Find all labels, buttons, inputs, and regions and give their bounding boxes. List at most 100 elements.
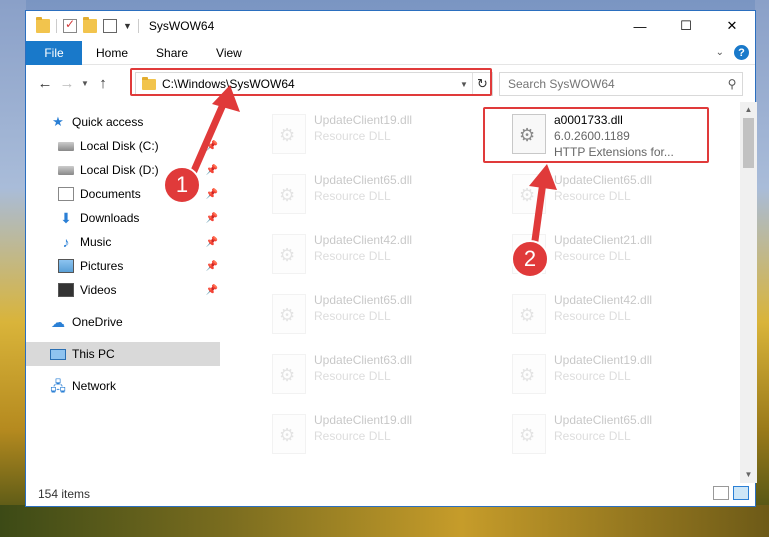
details-view-icon[interactable]: [713, 486, 729, 500]
gear-icon: ⚙: [279, 125, 296, 145]
properties-check-icon[interactable]: [63, 17, 77, 33]
file-type: Resource DLL: [554, 189, 631, 203]
pin-icon: 📌: [205, 188, 218, 200]
toolbar-divider: [137, 19, 139, 33]
sidebar-item-videos[interactable]: Videos 📌: [26, 278, 220, 302]
dll-file-icon: ⚙: [272, 414, 306, 454]
search-box[interactable]: ⚲: [499, 72, 743, 96]
pin-icon: 📌: [205, 284, 218, 296]
scrollbar-thumb[interactable]: [743, 118, 754, 168]
file-item[interactable]: ⚙ UpdateClient65.dll Resource DLL: [272, 172, 502, 228]
ribbon-tabs: File Home Share View ⌄ ?: [26, 40, 755, 65]
scroll-up-arrow-icon[interactable]: ▲: [740, 102, 757, 118]
window-title: SysWOW64: [148, 19, 215, 33]
file-item[interactable]: ⚙ UpdateClient19.dll Resource DLL: [272, 112, 502, 168]
search-icon[interactable]: ⚲: [722, 77, 742, 91]
file-type: Resource DLL: [314, 429, 391, 443]
vertical-scrollbar[interactable]: ▲ ▼: [740, 102, 757, 483]
minimize-button[interactable]: —: [617, 11, 663, 41]
ribbon-right-controls: ⌄ ?: [716, 45, 749, 60]
large-icons-view-icon[interactable]: [733, 486, 749, 500]
computer-icon: [50, 348, 66, 360]
gear-icon: ⚙: [279, 365, 296, 385]
dll-file-icon: ⚙: [512, 414, 546, 454]
dll-file-icon: ⚙: [272, 174, 306, 214]
pin-icon: 📌: [205, 212, 218, 224]
step1-badge: 1: [163, 166, 201, 204]
file-name: UpdateClient19.dll: [314, 113, 413, 127]
file-name: UpdateClient63.dll: [314, 353, 413, 367]
gear-icon: ⚙: [279, 245, 296, 265]
close-button[interactable]: ✕: [709, 11, 755, 41]
desktop-background-left: [0, 0, 26, 537]
file-type: Resource DLL: [314, 249, 391, 263]
file-item[interactable]: ⚙ UpdateClient19.dll Resource DLL: [272, 412, 502, 468]
file-item[interactable]: ⚙ UpdateClient65.dll Resource DLL: [512, 412, 737, 468]
file-item[interactable]: ⚙ UpdateClient42.dll Resource DLL: [512, 292, 737, 348]
item-count: 154 items: [38, 486, 91, 501]
tab-file[interactable]: File: [26, 40, 82, 65]
downloads-icon: ⬇: [60, 210, 72, 226]
help-icon[interactable]: ?: [734, 45, 749, 60]
file-type: Resource DLL: [554, 369, 631, 383]
file-item[interactable]: ⚙ UpdateClient65.dll Resource DLL: [272, 292, 502, 348]
dll-file-icon: ⚙: [512, 294, 546, 334]
sidebar-item-label: This PC: [72, 347, 115, 361]
forward-arrow-icon[interactable]: →: [56, 75, 78, 92]
dll-file-icon: ⚙: [272, 354, 306, 394]
sidebar-item-network[interactable]: 🖧 Network: [26, 374, 220, 398]
status-bar: 154 items: [26, 481, 757, 506]
file-item[interactable]: ⚙ UpdateClient19.dll Resource DLL: [512, 352, 737, 408]
back-arrow-icon[interactable]: ←: [34, 75, 56, 92]
expand-ribbon-chevron-icon[interactable]: ⌄: [716, 47, 724, 58]
search-input[interactable]: [508, 77, 722, 91]
customize-toolbar-chevron-icon[interactable]: ▼: [123, 21, 132, 31]
file-name: UpdateClient65.dll: [554, 173, 653, 187]
gear-icon: ⚙: [279, 425, 296, 445]
dll-file-icon: ⚙: [272, 234, 306, 274]
file-type: Resource DLL: [554, 429, 631, 443]
toolbar-divider: [56, 19, 57, 33]
tab-share[interactable]: Share: [142, 41, 202, 65]
sidebar-item-onedrive[interactable]: ☁ OneDrive: [26, 310, 220, 334]
file-item[interactable]: ⚙ UpdateClient42.dll Resource DLL: [272, 232, 502, 288]
up-arrow-icon[interactable]: ↑: [92, 75, 114, 92]
sidebar-item-label: Downloads: [80, 211, 140, 225]
sidebar-item-this-pc[interactable]: This PC: [26, 342, 220, 366]
sidebar-item-label: Music: [80, 235, 112, 249]
disk-icon: [58, 141, 74, 151]
window-controls: — ☐ ✕: [617, 11, 755, 41]
disk-icon: [58, 165, 74, 175]
sidebar-item-pictures[interactable]: Pictures 📌: [26, 254, 220, 278]
file-type: Resource DLL: [314, 309, 391, 323]
file-highlight-box: [483, 107, 709, 163]
file-item[interactable]: ⚙ UpdateClient63.dll Resource DLL: [272, 352, 502, 408]
title-bar: ▼ SysWOW64 — ☐ ✕: [26, 11, 755, 41]
gear-icon: ⚙: [279, 185, 296, 205]
tab-view[interactable]: View: [202, 41, 256, 65]
folder-icon[interactable]: [36, 17, 50, 33]
documents-icon: [58, 187, 74, 201]
sidebar-item-label: Documents: [80, 187, 141, 201]
sidebar-item-music[interactable]: ♪ Music 📌: [26, 230, 220, 254]
cloud-icon: ☁: [51, 314, 65, 330]
network-icon: 🖧: [50, 378, 66, 394]
pin-icon: 📌: [205, 236, 218, 248]
sidebar-item-downloads[interactable]: ⬇ Downloads 📌: [26, 206, 220, 230]
new-folder-icon[interactable]: [83, 17, 97, 33]
sidebar-item-label: Local Disk (D:): [80, 163, 159, 177]
file-type: Resource DLL: [314, 369, 391, 383]
maximize-button[interactable]: ☐: [663, 11, 709, 41]
videos-icon: [58, 283, 74, 297]
tab-home[interactable]: Home: [82, 41, 142, 65]
file-name: UpdateClient65.dll: [314, 293, 413, 307]
recent-locations-chevron-icon[interactable]: ▼: [78, 79, 92, 88]
file-name: UpdateClient65.dll: [314, 173, 413, 187]
sidebar-item-label: Local Disk (C:): [80, 139, 159, 153]
file-name: UpdateClient42.dll: [554, 293, 653, 307]
star-icon: ★: [52, 114, 64, 129]
properties-icon[interactable]: [103, 19, 117, 33]
file-name: UpdateClient42.dll: [314, 233, 413, 247]
